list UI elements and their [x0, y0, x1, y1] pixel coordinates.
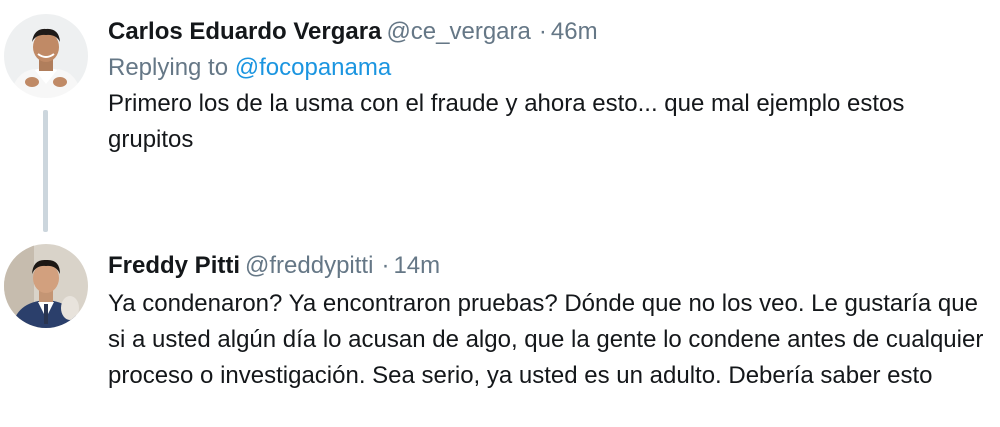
header-separator: ·	[381, 252, 390, 279]
user-avatar[interactable]	[4, 14, 88, 98]
tweet-content: Freddy Pitti @freddypitti · 14m Ya condenar…	[108, 248, 990, 394]
user-avatar[interactable]	[4, 244, 88, 328]
replying-to-handle-link[interactable]: @focopanama	[235, 54, 391, 81]
tweet-header: Freddy Pitti @freddypitti · 14m	[108, 248, 990, 284]
author-name[interactable]: Freddy Pitti	[108, 252, 240, 279]
tweet-timestamp[interactable]: 14m	[393, 252, 440, 279]
tweet[interactable]: Freddy Pitti @freddypitti · 14m Ya condenar…	[0, 232, 1000, 427]
header-separator: ·	[538, 18, 547, 45]
author-handle[interactable]: @freddypitti	[245, 252, 373, 279]
tweet-content: Carlos Eduardo Vergara @ce_vergara · 46m Re…	[108, 14, 990, 158]
tweet-header: Carlos Eduardo Vergara @ce_vergara · 46m	[108, 14, 990, 50]
tweet[interactable]: Carlos Eduardo Vergara @ce_vergara · 46m Re…	[0, 0, 1000, 232]
author-name[interactable]: Carlos Eduardo Vergara	[108, 18, 381, 45]
avatar-photo-icon	[4, 244, 88, 328]
tweet-text: Ya condenaron? Ya encontraron pruebas? D…	[108, 290, 984, 389]
replying-to: Replying to @focopanama	[108, 50, 990, 86]
thread-connector-line	[43, 110, 48, 232]
author-handle[interactable]: @ce_vergara	[386, 18, 530, 45]
tweet-timestamp[interactable]: 46m	[551, 18, 598, 45]
avatar-photo-icon	[4, 14, 88, 98]
tweet-text: Primero los de la usma con el fraude y a…	[108, 90, 905, 153]
replying-to-label: Replying to	[108, 54, 229, 81]
